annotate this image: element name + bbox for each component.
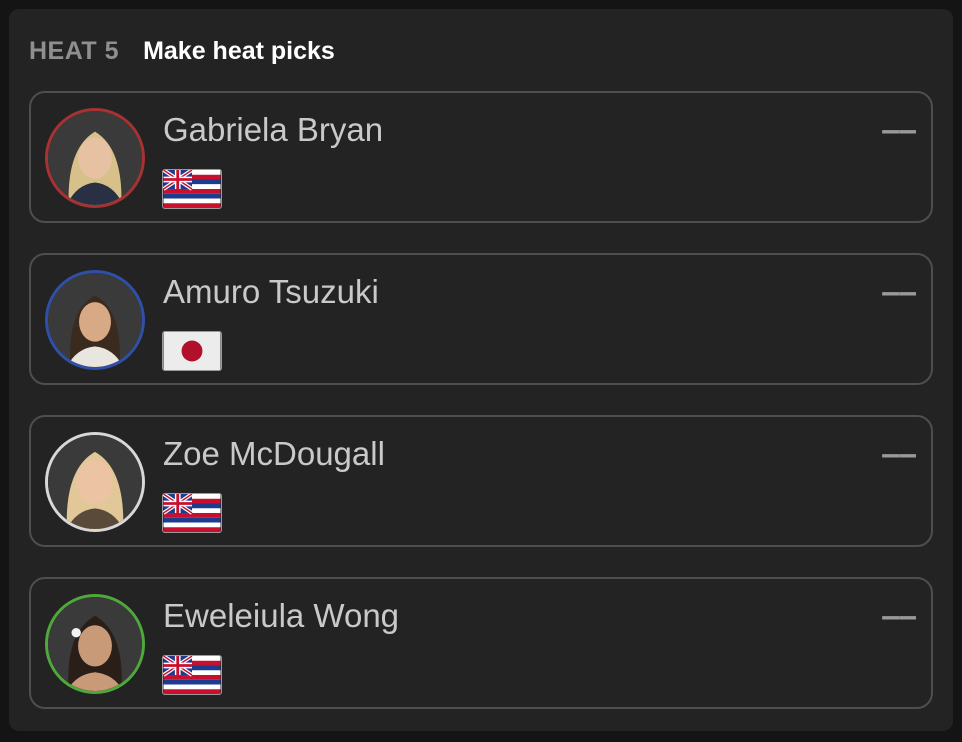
- heat-panel: HEAT 5 Make heat picks Gabriela Bryan ––…: [9, 9, 953, 731]
- surfer-card-gabriela-bryan[interactable]: Gabriela Bryan ––: [29, 91, 933, 223]
- surfer-score: ––: [881, 111, 917, 149]
- heat-number-label: HEAT 5: [29, 37, 120, 65]
- surfer-avatar: [45, 432, 145, 532]
- hawaii-flag-icon: [162, 169, 222, 209]
- heat-header: HEAT 5 Make heat picks: [29, 37, 335, 66]
- surfer-card-amuro-tsuzuki[interactable]: Amuro Tsuzuki ––: [29, 253, 933, 385]
- surfer-name: Amuro Tsuzuki: [163, 273, 379, 310]
- surfer-name: Gabriela Bryan: [163, 111, 384, 148]
- surfer-score: ––: [881, 597, 917, 635]
- surfer-name: Zoe McDougall: [163, 435, 385, 472]
- surfer-photo-icon: [48, 597, 142, 691]
- surfer-card-zoe-mcdougall[interactable]: Zoe McDougall ––: [29, 415, 933, 547]
- surfer-photo-icon: [48, 435, 142, 529]
- surfer-avatar: [45, 594, 145, 694]
- heat-title: Make heat picks: [143, 37, 335, 65]
- japan-flag-icon: [162, 331, 222, 371]
- surfer-name: Eweleiula Wong: [163, 597, 400, 634]
- hawaii-flag-icon: [162, 655, 222, 695]
- surfer-score: ––: [881, 273, 917, 311]
- hawaii-flag-icon: [162, 493, 222, 533]
- surfer-photo-icon: [48, 273, 142, 367]
- surfer-card-eweleiula-wong[interactable]: Eweleiula Wong ––: [29, 577, 933, 709]
- surfer-score: ––: [881, 435, 917, 473]
- surfer-photo-icon: [48, 111, 142, 205]
- surfer-avatar: [45, 270, 145, 370]
- surfer-avatar: [45, 108, 145, 208]
